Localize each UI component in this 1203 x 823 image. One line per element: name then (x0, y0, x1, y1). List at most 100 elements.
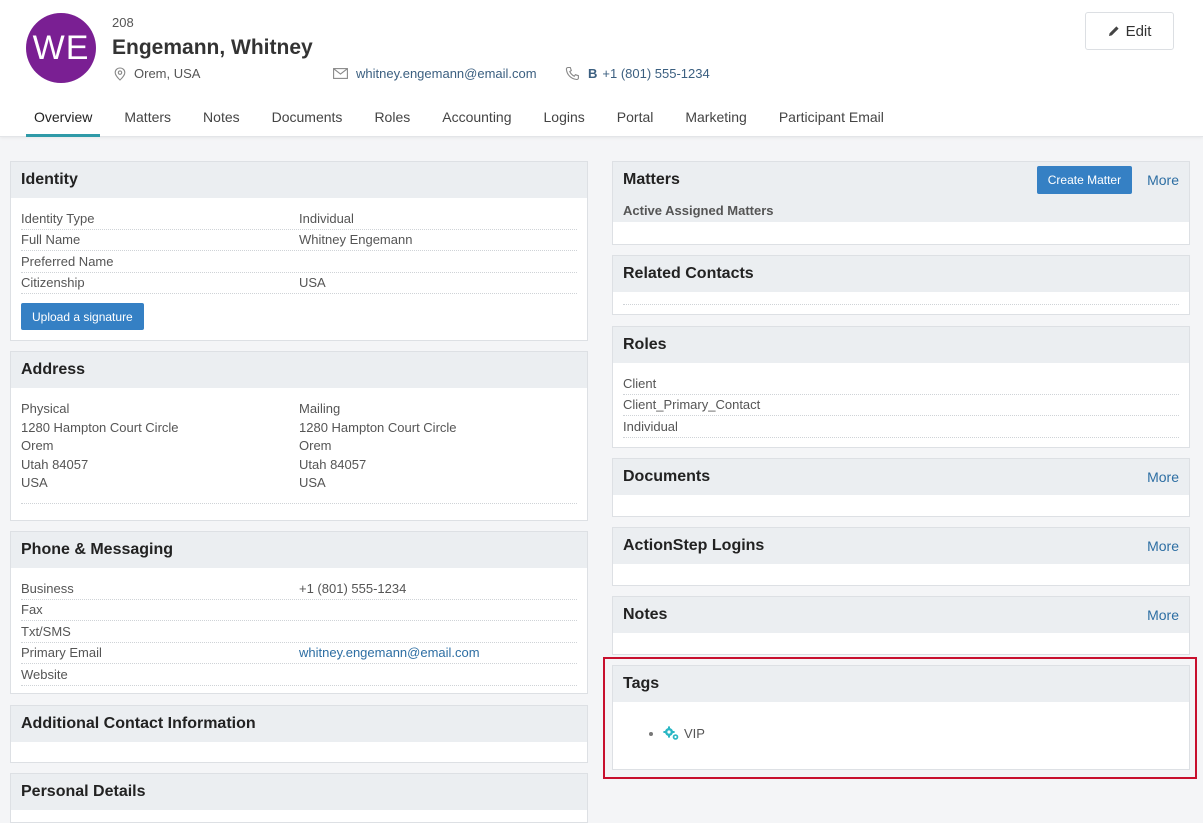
tab-portal[interactable]: Portal (609, 100, 662, 137)
address-header: Address (11, 352, 587, 388)
address-street: 1280 Hampton Court Circle (21, 419, 179, 435)
tags-highlight-box (603, 657, 1197, 779)
logins-panel: ActionStep Logins More (612, 527, 1190, 586)
tab-matters[interactable]: Matters (116, 100, 179, 137)
panel-title: Phone & Messaging (21, 541, 174, 558)
field-row: Preferred Name (21, 251, 577, 273)
contact-name: Engemann, Whitney (112, 36, 313, 59)
panel-title: Notes (623, 606, 668, 623)
logins-header: ActionStep Logins More (613, 528, 1189, 564)
address-panel: Address Physical 1280 Hampton Court Circ… (10, 351, 588, 521)
notes-header: Notes More (613, 597, 1189, 633)
phone-text[interactable]: +1 (801) 555-1234 (602, 66, 709, 81)
tab-notes[interactable]: Notes (195, 100, 248, 137)
notes-panel: Notes More (612, 596, 1190, 655)
tab-marketing[interactable]: Marketing (677, 100, 754, 137)
create-matter-button[interactable]: Create Matter (1036, 166, 1133, 194)
contact-header: WE 208 Engemann, Whitney Orem, USA whitn… (0, 0, 1203, 137)
address-state: Utah 84057 (299, 456, 367, 472)
related-contacts-header: Related Contacts (613, 256, 1189, 292)
avatar: WE (26, 13, 96, 83)
address-street: 1280 Hampton Court Circle (299, 419, 457, 435)
panel-title: Identity (21, 171, 78, 188)
phone-messaging-header: Phone & Messaging (11, 532, 587, 568)
additional-contact-panel: Additional Contact Information (10, 705, 588, 763)
upload-signature-button[interactable]: Upload a signature (21, 303, 144, 330)
tab-documents[interactable]: Documents (264, 100, 351, 137)
roles-panel: Roles Client Client_Primary_Contact Indi… (612, 326, 1190, 448)
physical-address: Physical 1280 Hampton Court Circle Orem … (21, 400, 299, 493)
panel-title: Matters (623, 171, 680, 188)
field-value: Individual (299, 210, 354, 226)
tab-participant-email[interactable]: Participant Email (771, 100, 892, 137)
address-country: USA (21, 475, 48, 490)
personal-details-panel: Personal Details (10, 773, 588, 823)
location-text: Orem, USA (134, 66, 201, 81)
field-row: Txt/SMS (21, 621, 577, 643)
matters-panel: Matters Create Matter More Active Assign… (612, 161, 1190, 245)
field-row: Citizenship USA (21, 273, 577, 294)
additional-contact-header: Additional Contact Information (11, 706, 587, 742)
primary-email-link[interactable]: whitney.engemann@email.com (299, 645, 480, 660)
identity-panel: Identity Identity Type Individual Full Na… (10, 161, 588, 341)
field-value: +1 (801) 555-1234 (299, 580, 407, 596)
phone-type-badge: B (588, 66, 598, 81)
address-block: Physical 1280 Hampton Court Circle Orem … (21, 400, 577, 504)
role-item: Individual (623, 416, 1179, 438)
matters-header: Matters Create Matter More (613, 162, 1189, 198)
logins-more-link[interactable]: More (1147, 538, 1179, 554)
field-value: Whitney Engemann (299, 232, 413, 248)
field-label: Fax (21, 602, 43, 618)
phone-icon (565, 66, 579, 81)
address-label: Mailing (299, 401, 341, 416)
field-label: Website (21, 666, 68, 682)
documents-more-link[interactable]: More (1147, 469, 1179, 485)
field-label: Business (21, 580, 74, 596)
field-label: Full Name (21, 232, 81, 248)
panel-title: Additional Contact Information (21, 715, 256, 732)
contact-tabs: Overview Matters Notes Documents Roles A… (26, 100, 908, 137)
field-row: Full Name Whitney Engemann (21, 230, 577, 251)
address-city: Orem (21, 438, 54, 453)
field-label: Preferred Name (21, 253, 114, 269)
field-value: USA (299, 275, 326, 291)
matters-more-link[interactable]: More (1147, 172, 1179, 188)
mailing-address: Mailing 1280 Hampton Court Circle Orem U… (299, 400, 577, 493)
edit-button[interactable]: Edit (1085, 12, 1174, 50)
panel-title: Related Contacts (623, 265, 754, 282)
panel-title: Personal Details (21, 783, 146, 800)
address-city: Orem (299, 438, 332, 453)
roles-header: Roles (613, 327, 1189, 363)
address-label: Physical (21, 401, 70, 416)
envelope-icon (333, 68, 348, 79)
contact-phone[interactable]: B +1 (801) 555-1234 (565, 66, 710, 81)
tab-roles[interactable]: Roles (366, 100, 418, 137)
field-row: Business +1 (801) 555-1234 (21, 578, 577, 600)
location-pin-icon (114, 66, 126, 81)
contact-id: 208 (112, 15, 134, 30)
field-label: Txt/SMS (21, 623, 71, 639)
field-label: Primary Email (21, 645, 102, 661)
identity-header: Identity (11, 162, 587, 198)
role-item: Client_Primary_Contact (623, 395, 1179, 416)
email-text[interactable]: whitney.engemann@email.com (356, 66, 537, 81)
documents-header: Documents More (613, 459, 1189, 495)
address-country: USA (299, 475, 326, 490)
tab-accounting[interactable]: Accounting (434, 100, 519, 137)
panel-title: ActionStep Logins (623, 537, 765, 554)
field-row: Website (21, 664, 577, 686)
divider (623, 304, 1179, 305)
personal-details-header: Personal Details (11, 774, 587, 810)
tab-overview[interactable]: Overview (26, 100, 101, 137)
phone-messaging-panel: Phone & Messaging Business +1 (801) 555-1… (10, 531, 588, 694)
field-row: Fax (21, 600, 577, 621)
tab-logins[interactable]: Logins (536, 100, 593, 137)
notes-more-link[interactable]: More (1147, 607, 1179, 623)
panel-title: Documents (623, 468, 711, 485)
role-item: Client (623, 373, 1179, 395)
contact-email[interactable]: whitney.engemann@email.com (333, 66, 537, 81)
edit-label: Edit (1125, 22, 1152, 40)
pencil-icon (1108, 26, 1119, 36)
documents-panel: Documents More (612, 458, 1190, 517)
field-label: Identity Type (21, 210, 95, 226)
